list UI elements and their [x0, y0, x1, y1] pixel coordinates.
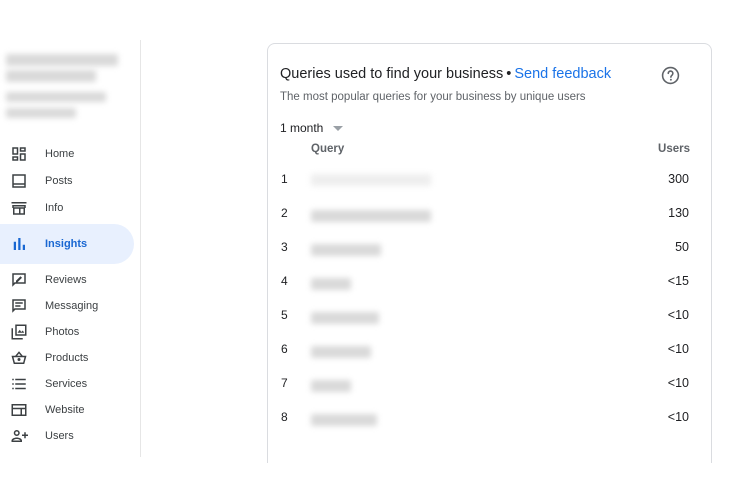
row-rank: 8 — [281, 410, 288, 424]
table-row: 2 130 — [268, 206, 713, 240]
row-users: 130 — [668, 206, 689, 220]
row-users: <10 — [667, 342, 689, 356]
sidebar-item-label: Website — [45, 404, 85, 416]
row-users: <10 — [667, 410, 689, 424]
sidebar-item-label: Reviews — [45, 274, 87, 286]
period-dropdown[interactable]: 1 month — [280, 121, 344, 135]
send-feedback-link[interactable]: Send feedback — [514, 66, 611, 82]
sidebar-item-label: Info — [45, 202, 64, 214]
table-row: 6 <10 — [268, 342, 713, 376]
row-rank: 3 — [281, 240, 288, 254]
sidebar-item-home[interactable]: Home — [0, 141, 134, 167]
sidebar-item-info[interactable]: Info — [0, 195, 134, 221]
table-row: 1 300 — [268, 172, 713, 206]
row-users: <15 — [667, 274, 689, 288]
basket-icon — [10, 349, 28, 367]
sidebar-item-photos[interactable]: Photos — [0, 319, 134, 345]
column-header-users: Users — [658, 143, 690, 155]
sidebar-item-label: Photos — [45, 326, 80, 338]
reviews-icon — [10, 271, 28, 289]
sidebar-item-website[interactable]: Website — [0, 397, 134, 423]
dashboard-icon — [10, 145, 28, 163]
row-users: 300 — [668, 172, 689, 186]
list-icon — [10, 375, 28, 393]
sidebar-item-label: Insights — [45, 238, 88, 250]
row-rank: 4 — [281, 274, 288, 288]
period-value: 1 month — [280, 121, 324, 135]
photos-icon — [10, 323, 28, 341]
card-subtitle: The most popular queries for your busine… — [280, 91, 586, 103]
table-row: 5 <10 — [268, 308, 713, 342]
row-users: <10 — [667, 376, 689, 390]
web-icon — [10, 401, 28, 419]
storefront-icon — [10, 199, 28, 217]
sidebar-item-reviews[interactable]: Reviews — [0, 267, 134, 293]
help-icon[interactable] — [661, 66, 680, 85]
sidebar-item-label: Messaging — [45, 300, 99, 312]
sidebar-item-label: Services — [45, 378, 88, 390]
sidebar-item-label: Home — [45, 148, 75, 160]
table-row: 7 <10 — [268, 376, 713, 410]
row-rank: 2 — [281, 206, 288, 220]
sidebar-item-label: Users — [45, 430, 74, 442]
sidebar-item-messaging[interactable]: Messaging — [0, 293, 134, 319]
title-separator: • — [506, 66, 512, 82]
sidebar-item-label: Posts — [45, 175, 73, 187]
sidebar-item-users[interactable]: Users — [0, 423, 134, 449]
sidebar-item-insights[interactable]: Insights — [0, 224, 134, 264]
queries-card: Queries used to find your business • Send … — [267, 43, 712, 463]
column-header-query: Query — [311, 143, 345, 155]
row-rank: 6 — [281, 342, 288, 356]
row-users: <10 — [667, 308, 689, 322]
table-row: 8 <10 — [268, 410, 713, 444]
message-icon — [10, 297, 28, 315]
sidebar-item-posts[interactable]: Posts — [0, 168, 134, 194]
posts-icon — [10, 172, 28, 190]
row-rank: 5 — [281, 308, 288, 322]
sidebar-item-services[interactable]: Services — [0, 371, 134, 397]
table-row: 3 50 — [268, 240, 713, 274]
add-user-icon — [10, 427, 28, 445]
row-users: 50 — [675, 240, 689, 254]
sidebar: Home Posts Info Insights Reviews Messagi… — [0, 40, 141, 457]
sidebar-item-label: Products — [45, 352, 89, 364]
bar-chart-icon — [10, 235, 28, 253]
card-title-line: Queries used to find your business • Send … — [280, 66, 611, 82]
sidebar-item-products[interactable]: Products — [0, 345, 134, 371]
business-profile-redacted — [4, 46, 122, 136]
card-title: Queries used to find your business — [280, 66, 504, 82]
dropdown-caret-icon — [333, 125, 344, 131]
row-rank: 1 — [281, 172, 288, 186]
row-rank: 7 — [281, 376, 288, 390]
table-row: 4 <15 — [268, 274, 713, 308]
